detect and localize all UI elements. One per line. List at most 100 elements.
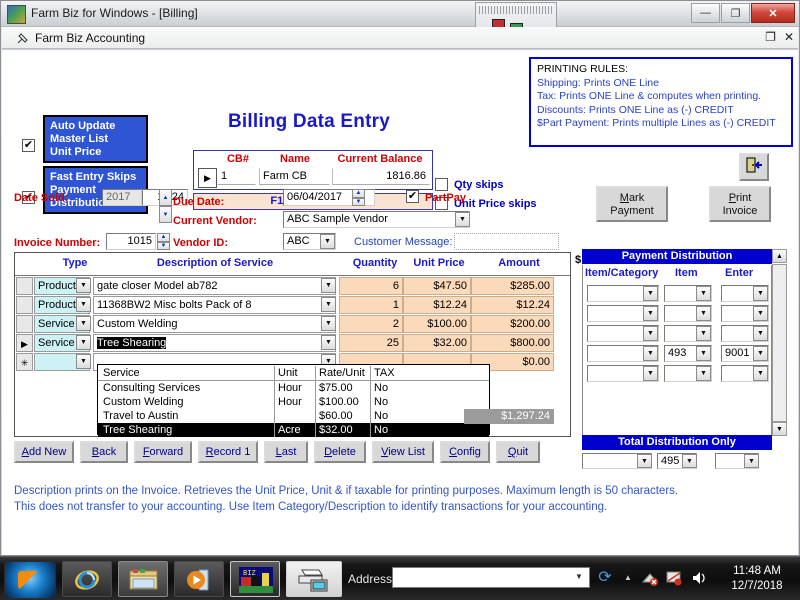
pd-category-dropdown[interactable]: ▼ — [643, 346, 658, 361]
row-type-dropdown[interactable]: ▼ — [76, 278, 91, 293]
row-description-field[interactable]: gate closer Model ab782 — [93, 277, 336, 295]
network-error-icon[interactable] — [641, 569, 659, 587]
nav-button-delete[interactable]: Delete — [314, 441, 366, 463]
payment-distribution-scroll-down[interactable]: ▼ — [772, 422, 787, 436]
row-type-dropdown[interactable]: ▼ — [76, 316, 91, 331]
pd-category-dropdown[interactable]: ▼ — [643, 366, 658, 381]
taskbar-item-internet-explorer[interactable] — [62, 561, 112, 597]
pd-category-dropdown[interactable]: ▼ — [643, 286, 658, 301]
pd-enter-dropdown[interactable]: ▼ — [753, 366, 768, 381]
nav-button-record-1[interactable]: Record 1 — [198, 441, 258, 463]
nav-button-view-list[interactable]: View List — [372, 441, 434, 463]
exit-door-button[interactable] — [739, 153, 769, 181]
service-dropdown-list[interactable]: ServiceUnitRate/UnitTAXConsulting Servic… — [97, 364, 490, 435]
pd-category-dropdown[interactable]: ▼ — [643, 326, 658, 341]
date-sold-spinner-down[interactable]: ▼ — [159, 206, 172, 223]
mdi-restore-button[interactable]: ❐ — [765, 30, 776, 44]
date-sold-spinner[interactable]: ▲ ▼ — [159, 189, 172, 223]
row-amount-field[interactable]: $285.00 — [471, 277, 554, 295]
show-hidden-icons-button[interactable]: ▲ — [624, 573, 632, 582]
payment-distribution-scrollbar[interactable] — [772, 264, 787, 422]
row-marker[interactable]: ✳ — [16, 353, 33, 371]
nav-button-back[interactable]: Back — [80, 441, 128, 463]
windows-start-orb[interactable] — [4, 561, 56, 599]
due-date-spinner[interactable]: ▲ ▼ — [352, 189, 365, 206]
maximize-button[interactable]: ❐ — [721, 3, 750, 23]
row-quantity-field[interactable]: 6 — [339, 277, 403, 295]
nav-button-add-new[interactable]: Add New — [14, 441, 74, 463]
row-type-dropdown[interactable]: ▼ — [76, 354, 91, 369]
pd-item-dropdown[interactable]: ▼ — [696, 286, 711, 301]
cb-number-field[interactable]: 1 — [217, 168, 256, 185]
row-quantity-field[interactable]: 1 — [339, 296, 403, 314]
vendor-id-dropdown-button[interactable]: ▼ — [320, 234, 335, 249]
volume-icon[interactable] — [690, 569, 708, 587]
row-description-dropdown[interactable]: ▼ — [321, 297, 336, 312]
due-date-spinner-down[interactable]: ▼ — [352, 198, 365, 207]
taskbar-clock[interactable]: 11:48 AM 12/7/2018 — [722, 564, 792, 594]
invoice-number-spinner-up[interactable]: ▲ — [157, 233, 170, 242]
row-description-dropdown[interactable]: ▼ — [321, 335, 336, 350]
taskbar-item-farm-biz[interactable]: BIZ — [230, 561, 280, 597]
nav-button-forward[interactable]: Forward — [134, 441, 192, 463]
current-vendor-field[interactable]: ABC Sample Vendor — [283, 211, 470, 228]
action-center-icon[interactable] — [665, 569, 683, 587]
cb-balance-field[interactable]: 1816.86 — [332, 168, 430, 185]
total-distribution-enter-dropdown[interactable]: ▼ — [744, 454, 759, 468]
current-vendor-dropdown-button[interactable]: ▼ — [455, 212, 470, 227]
invoice-number-spinner[interactable]: ▲ ▼ — [157, 233, 170, 250]
nav-button-quit[interactable]: Quit — [496, 441, 540, 463]
close-button[interactable]: ✕ — [751, 3, 795, 23]
row-description-dropdown[interactable]: ▼ — [321, 316, 336, 331]
due-date-spinner-up[interactable]: ▲ — [352, 189, 365, 198]
taskbar-item-media-player[interactable] — [174, 561, 224, 597]
total-distribution-category-dropdown[interactable]: ▼ — [637, 454, 652, 468]
row-marker[interactable] — [16, 315, 33, 333]
mark-payment-button[interactable]: Mark Payment — [596, 186, 668, 222]
dropdown-item[interactable]: Travel to Austin$60.00No — [98, 409, 489, 423]
date-sold-year-field[interactable]: 2017 — [102, 189, 142, 206]
dropdown-item[interactable]: Tree ShearingAcre$32.00No — [98, 423, 489, 437]
taskbar-item-printer[interactable] — [286, 561, 342, 597]
dropdown-item[interactable]: Consulting ServicesHour$75.00No — [98, 381, 489, 395]
row-type-dropdown[interactable]: ▼ — [76, 335, 91, 350]
cb-name-field[interactable]: Farm CB — [259, 168, 330, 185]
pd-enter-dropdown[interactable]: ▼ — [753, 326, 768, 341]
row-marker[interactable]: ▶ — [16, 334, 33, 352]
nav-button-last[interactable]: Last — [264, 441, 308, 463]
pd-enter-dropdown[interactable]: ▼ — [753, 346, 768, 361]
invoice-number-spinner-down[interactable]: ▼ — [157, 242, 170, 251]
pd-item-dropdown[interactable]: ▼ — [696, 366, 711, 381]
pd-enter-dropdown[interactable]: ▼ — [753, 286, 768, 301]
row-description-field[interactable]: Tree Shearing — [93, 334, 336, 352]
row-description-dropdown[interactable]: ▼ — [321, 278, 336, 293]
minimize-button[interactable]: — — [691, 3, 720, 23]
pd-item-dropdown[interactable]: ▼ — [696, 306, 711, 321]
row-unitprice-field[interactable]: $100.00 — [403, 315, 471, 333]
row-amount-field[interactable]: $12.24 — [471, 296, 554, 314]
dropdown-item[interactable]: Custom WeldingHour$100.00No — [98, 395, 489, 409]
row-unitprice-field[interactable]: $32.00 — [403, 334, 471, 352]
palette-grip[interactable] — [479, 5, 553, 14]
row-description-field[interactable]: 11368BW2 Misc bolts Pack of 8 — [93, 296, 336, 314]
pd-enter-dropdown[interactable]: ▼ — [753, 306, 768, 321]
qty-skips-checkbox[interactable] — [435, 178, 448, 191]
partpay-checkbox[interactable]: ✔ — [406, 190, 419, 203]
taskbar-item-file-explorer[interactable] — [118, 561, 168, 597]
customer-message-field[interactable] — [454, 233, 559, 250]
mdi-close-button[interactable]: ✕ — [784, 30, 794, 44]
row-type-dropdown[interactable]: ▼ — [76, 297, 91, 312]
address-input[interactable] — [392, 567, 590, 588]
row-marker[interactable] — [16, 277, 33, 295]
row-marker[interactable] — [16, 296, 33, 314]
print-invoice-button[interactable]: Print Invoice — [709, 186, 771, 222]
pd-category-dropdown[interactable]: ▼ — [643, 306, 658, 321]
nav-button-config[interactable]: Config — [440, 441, 490, 463]
row-unitprice-field[interactable]: $47.50 — [403, 277, 471, 295]
row-description-field[interactable]: Custom Welding — [93, 315, 336, 333]
payment-distribution-scroll-up[interactable]: ▲ — [772, 249, 787, 263]
record-selector-arrow[interactable]: ▶ — [198, 168, 217, 188]
total-distribution-item-dropdown[interactable]: ▼ — [682, 454, 697, 468]
row-quantity-field[interactable]: 2 — [339, 315, 403, 333]
row-amount-field[interactable]: $800.00 — [471, 334, 554, 352]
